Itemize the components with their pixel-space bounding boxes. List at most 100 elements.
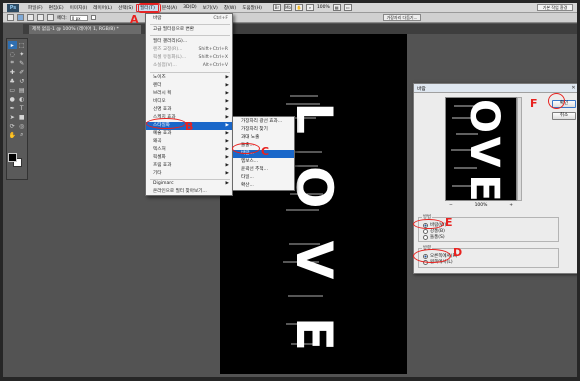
crop-tool-icon[interactable]: ⌗: [8, 59, 17, 67]
menu-item-noise[interactable]: 노이즈 ▶: [146, 74, 232, 82]
menu-item-smart-filters[interactable]: 고급 필터용으로 변환: [146, 26, 232, 34]
3d-camera-icon[interactable]: ◎: [18, 122, 27, 130]
menu-separator: [150, 72, 230, 73]
3d-rotate-icon[interactable]: ⟳: [8, 122, 17, 130]
blur-tool-icon[interactable]: ●: [8, 95, 17, 103]
subtract-selection-icon[interactable]: [37, 14, 44, 21]
filter-preview[interactable]: O V E: [445, 97, 517, 201]
foreground-color-swatch[interactable]: [8, 153, 17, 162]
screenshot-frame: Ps 파일(F) 편집(E) 이미지(I) 레이어(L) 선택(S) 필터(T)…: [0, 0, 580, 381]
arrange-icon[interactable]: ▦: [332, 4, 341, 11]
menu-item-other[interactable]: 기타 ▶: [146, 170, 232, 178]
menu-edit[interactable]: 편집(E): [46, 5, 67, 11]
zoom-in-button[interactable]: +: [509, 203, 513, 208]
menu-item-browse-online[interactable]: 온라인으로 필터 찾아보기...: [146, 188, 232, 196]
submenu-item-tiles[interactable]: 타일...: [233, 174, 294, 182]
menu-item-digimarc[interactable]: Digimarc ▶: [146, 180, 232, 188]
type-tool-icon[interactable]: T: [18, 104, 27, 112]
eyedropper-icon[interactable]: ✎: [18, 59, 27, 67]
zoom-tool-icon[interactable]: ⌕: [305, 4, 314, 11]
dodge-tool-icon[interactable]: ◐: [18, 95, 27, 103]
annotation-box-filter-menu: [138, 3, 161, 13]
menu-item-pixelate[interactable]: 픽셀화 ▶: [146, 154, 232, 162]
clone-stamp-icon[interactable]: ♣: [8, 77, 17, 85]
magic-wand-icon[interactable]: ✦: [18, 50, 27, 58]
menu-item-filter-gallery[interactable]: 필터 갤러리(G)...: [146, 38, 232, 46]
menu-item-distort[interactable]: 왜곡 ▶: [146, 138, 232, 146]
menu-3d[interactable]: 3D(D): [180, 5, 200, 10]
photoshop-window: Ps 파일(F) 편집(E) 이미지(I) 레이어(L) 선택(S) 필터(T)…: [3, 3, 577, 377]
intersect-selection-icon[interactable]: [47, 14, 54, 21]
healing-brush-icon[interactable]: ✚: [8, 68, 17, 76]
submenu-item-diffuse[interactable]: 확산...: [233, 182, 294, 190]
menu-item-last-filter[interactable]: 바람 Ctrl+F: [146, 15, 232, 23]
radio-stagger[interactable]: 돌풍(S): [423, 234, 445, 240]
move-tool-icon[interactable]: ▸: [8, 41, 17, 49]
zoom-out-button[interactable]: −: [449, 203, 453, 208]
submenu-item-solarize[interactable]: 과대 노출: [233, 134, 294, 142]
feather-input[interactable]: 0 px: [69, 14, 88, 21]
marquee-tool-icon[interactable]: ⬚: [18, 41, 27, 49]
submenu-item-find-edges[interactable]: 가장자리 찾기: [233, 126, 294, 134]
bridge-icon[interactable]: Br: [272, 4, 281, 11]
menu-file[interactable]: 파일(F): [25, 5, 46, 11]
history-brush-icon[interactable]: ↺: [18, 77, 27, 85]
zoom-tool-icon[interactable]: ⌕: [18, 131, 27, 139]
menu-item-lens-correction[interactable]: 렌즈 교정(R)... Shift+Ctrl+R: [146, 46, 232, 54]
menu-item-blur[interactable]: 흐림 효과 ▶: [146, 162, 232, 170]
workspace-button[interactable]: 기본 작업 환경: [537, 4, 573, 11]
submenu-arrow-icon: ▶: [225, 75, 229, 80]
menu-help[interactable]: 도움말(H): [239, 5, 265, 11]
radio-blast-dot[interactable]: [423, 228, 428, 234]
menu-layer[interactable]: 레이어(L): [90, 5, 115, 11]
gradient-tool-icon[interactable]: ▤: [18, 86, 27, 94]
love-letter-o: O: [285, 166, 343, 209]
preview-scrollbar[interactable]: [517, 97, 522, 201]
hand-icon[interactable]: ✋: [294, 4, 303, 11]
menu-analysis[interactable]: 분석(A): [159, 5, 180, 11]
anti-alias-checkbox[interactable]: [90, 15, 96, 20]
add-selection-icon[interactable]: [27, 14, 34, 21]
close-icon[interactable]: ✕: [570, 85, 577, 91]
menu-item-vanishing-point[interactable]: 소실점(V)... Alt+Ctrl+V: [146, 62, 232, 70]
menu-item-liquify[interactable]: 픽셀 유동화(L)... Shift+Ctrl+X: [146, 54, 232, 62]
lasso-tool-icon[interactable]: ◌: [8, 50, 17, 58]
annotation-circle-ok: [548, 93, 565, 109]
menu-view[interactable]: 보기(V): [200, 5, 221, 11]
marquee-preset-icon[interactable]: [7, 14, 14, 21]
menu-item-texture[interactable]: 텍스처 ▶: [146, 146, 232, 154]
annotation-circle-wind: [232, 143, 260, 154]
menu-image[interactable]: 이미지(I): [67, 5, 91, 11]
menu-item-render[interactable]: 렌더 ▶: [146, 82, 232, 90]
menu-window[interactable]: 창(W): [221, 5, 239, 11]
pen-tool-icon[interactable]: ✒: [8, 104, 17, 112]
screen-mode-icon[interactable]: ▭: [343, 4, 352, 11]
annotation-label-d: D: [453, 246, 463, 259]
shape-tool-icon[interactable]: ■: [18, 113, 27, 121]
eraser-tool-icon[interactable]: ▭: [8, 86, 17, 94]
menu-item-sharpen[interactable]: 선명 효과 ▶: [146, 106, 232, 114]
menu-item-brush-strokes[interactable]: 브러시 획 ▶: [146, 90, 232, 98]
new-selection-icon[interactable]: [17, 14, 24, 21]
refine-edge-button[interactable]: 가장자리 다듬기...: [383, 14, 421, 21]
document-canvas[interactable]: L O V E: [220, 34, 407, 374]
annotation-circle-stylize: [146, 118, 186, 129]
submenu-arrow-icon: ▶: [225, 99, 229, 104]
preview-letter-o: O: [461, 98, 507, 133]
submenu-item-emboss[interactable]: 엠보스...: [233, 158, 294, 166]
radio-stagger-dot[interactable]: [423, 234, 428, 240]
submenu-item-trace-contour[interactable]: 윤곽선 추적...: [233, 166, 294, 174]
submenu-item-glowing-edges[interactable]: 가장자리 광선 효과...: [233, 118, 294, 126]
annotation-label-e: E: [445, 216, 453, 229]
annotation-label-a: A: [130, 13, 139, 26]
document-tab[interactable]: 제목 없음-1 @ 100% (레이어 1, RGB/8) *: [29, 25, 141, 34]
brush-tool-icon[interactable]: ✐: [18, 68, 27, 76]
menu-select[interactable]: 선택(S): [115, 5, 136, 11]
hand-tool-icon[interactable]: ✋: [8, 131, 17, 139]
submenu-arrow-icon: ▶: [225, 83, 229, 88]
menu-item-video[interactable]: 비디오 ▶: [146, 98, 232, 106]
cancel-button[interactable]: 취소: [552, 112, 576, 120]
minibridge-icon[interactable]: Mb: [283, 4, 292, 11]
path-select-icon[interactable]: ➤: [8, 113, 17, 121]
zoom-level[interactable]: 100%: [317, 5, 330, 10]
